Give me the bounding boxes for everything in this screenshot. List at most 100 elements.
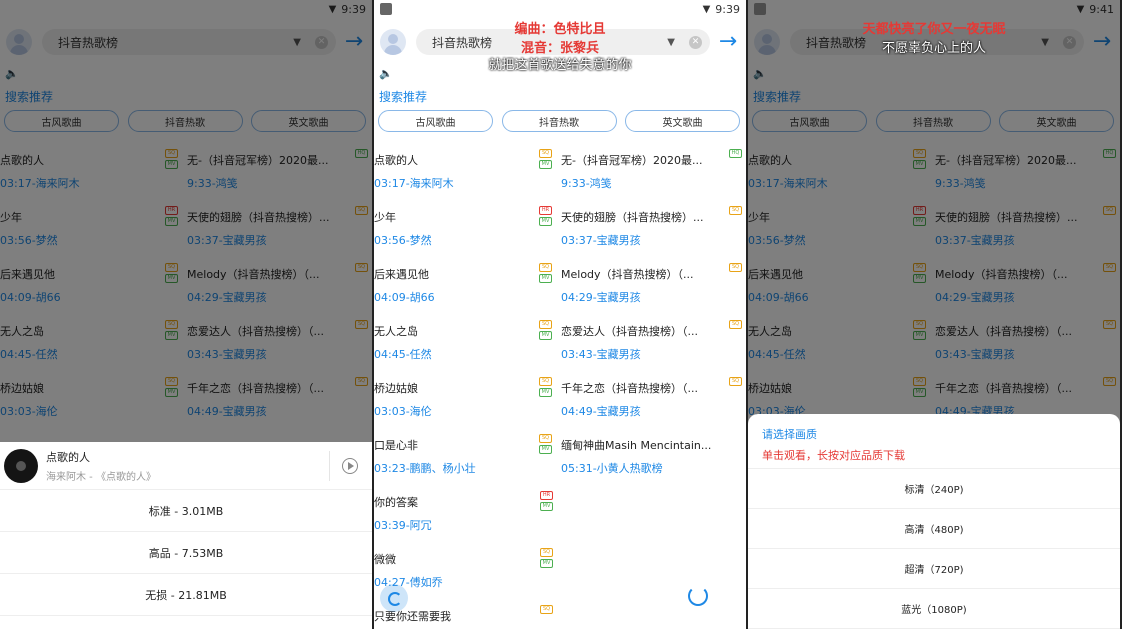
list-item[interactable]: 桥边姑娘 03:03-海伦 [374, 372, 534, 429]
list-item[interactable]: 无人之岛 04:45-任然 [0, 315, 160, 372]
song-title: 少年 [374, 211, 396, 224]
song-title: Melody（抖音热搜榜）（... [935, 268, 1068, 281]
chip-gufeng[interactable]: 古风歌曲 [752, 110, 867, 132]
hr-badge: HR [165, 206, 178, 215]
sq-badge: SQ [1103, 263, 1116, 272]
song-title: 少年 [0, 211, 22, 224]
mv-badge: MV [540, 502, 553, 511]
list-item[interactable]: HR MV 天使的翅膀（抖音热搜榜）... 03:37-宝藏男孩 SQ [913, 201, 1118, 258]
list-item[interactable]: 少年 03:56-梦然 [0, 201, 160, 258]
divider [329, 450, 330, 481]
video-quality-480p[interactable]: 高清（480P) [748, 509, 1120, 549]
song-title: 千年之恋（抖音热搜榜）（... [187, 382, 324, 395]
table-row: 点歌的人 03:17-海来阿木 SQ MV 无-（抖音冠军榜）2020最... 9:33-… [374, 144, 746, 201]
chip-douyin[interactable]: 抖音热歌 [127, 110, 243, 132]
list-item[interactable]: 少年 03:56-梦然 [374, 201, 534, 258]
chevron-down-icon[interactable]: ▼ [293, 37, 301, 48]
video-quality-240p[interactable]: 标清（240P) [748, 469, 1120, 509]
song-title: 无-（抖音冠军榜）2020最... [935, 154, 1077, 167]
clear-icon[interactable]: ✕ [315, 35, 328, 49]
list-item[interactable]: 口是心非 03:23-鹏鹏、杨小壮 [374, 429, 534, 486]
list-item[interactable]: 点歌的人 03:17-海来阿木 [748, 144, 908, 201]
list-item[interactable]: 少年 03:56-梦然 [748, 201, 908, 258]
table-row: 你的答案 03:39-阿冗 HR MV [374, 486, 746, 543]
hq-badge: HQ [729, 149, 742, 158]
list-item[interactable]: 桥边姑娘 03:03-海伦 [0, 372, 160, 429]
table-row: 点歌的人 03:17-海来阿木 SQ MV 无-（抖音冠军榜）2020最... 9:33-… [0, 144, 372, 201]
list-item[interactable]: 点歌的人 03:17-海来阿木 [374, 144, 534, 201]
song-meta: 03:43-宝藏男孩 [561, 348, 641, 361]
sheet-song-sub: 海来阿木 - 《点歌的人》 [46, 471, 156, 483]
list-item[interactable]: HR MV 天使的翅膀（抖音热搜榜）... 03:37-宝藏男孩 SQ [165, 201, 370, 258]
video-quality-720p[interactable]: 超清（720P) [748, 549, 1120, 589]
refresh-icon[interactable] [380, 584, 408, 612]
list-item[interactable]: SQ MV Melody（抖音热搜榜）（... 04:29-宝藏男孩 SQ [913, 258, 1118, 315]
lyric-credit-arranger: 编曲：色特比且 [514, 22, 606, 37]
status-time: 9:41 [1089, 2, 1114, 16]
song-meta: 9:33-鸿笺 [561, 177, 612, 190]
lyric-line-next: 不愿辜负心上的人 [881, 41, 986, 56]
list-item[interactable]: SQ MV 缅甸神曲Masih Mencintain... 05:31-小黄人热歌榜 [539, 429, 744, 486]
list-item[interactable]: SQ MV 恋爱达人（抖音热搜榜）（... 03:43-宝藏男孩 SQ [539, 315, 744, 372]
album-cover [4, 448, 38, 483]
list-item[interactable]: 点歌的人 03:17-海来阿木 [0, 144, 160, 201]
song-grid: 点歌的人 03:17-海来阿木 SQ MV 无-（抖音冠军榜）2020最... 9:33-… [374, 144, 746, 629]
play-icon[interactable] [342, 457, 358, 474]
sheet-hint: 单击观看，长按对应品质下载 [762, 449, 905, 462]
video-quality-1080p[interactable]: 蓝光（1080P) [748, 589, 1120, 629]
table-row: 无人之岛 04:45-任然 SQ MV 恋爱达人（抖音热搜榜）（... 03:43-宝藏男… [748, 315, 1120, 372]
quality-option-lossless[interactable]: 无损 - 21.81MB [0, 574, 372, 616]
list-item[interactable]: SQ MV 恋爱达人（抖音热搜榜）（... 03:43-宝藏男孩 SQ [913, 315, 1118, 372]
list-item[interactable]: 无人之岛 04:45-任然 [374, 315, 534, 372]
quality-option-standard[interactable]: 标准 - 3.01MB [0, 490, 372, 532]
list-item[interactable]: 无人之岛 04:45-任然 [748, 315, 908, 372]
song-title: 后来遇见他 [748, 268, 803, 281]
arrow-right-icon[interactable]: → [342, 30, 366, 54]
search-input[interactable]: 抖音热歌榜 ▼ ✕ [42, 29, 336, 55]
mv-badge: MV [913, 160, 926, 169]
list-item[interactable]: SQ MV 千年之恋（抖音热搜榜）（... 04:49-宝藏男孩 SQ [165, 372, 370, 429]
avatar[interactable] [6, 29, 32, 55]
list-item[interactable]: SQ MV 无-（抖音冠军榜）2020最... 9:33-鸿笺 HQ [165, 144, 370, 201]
notification-icon [754, 3, 766, 15]
list-item[interactable]: 你的答案 03:39-阿冗 [374, 486, 534, 543]
list-item[interactable]: SQ MV Melody（抖音热搜榜）（... 04:29-宝藏男孩 SQ [165, 258, 370, 315]
song-title: 恋爱达人（抖音热搜榜）（... [187, 325, 324, 338]
chip-douyin[interactable]: 抖音热歌 [501, 110, 617, 132]
sq-badge: SQ [729, 263, 742, 272]
panel-1: ▼ 9:39 抖音热歌榜 ▼ ✕ → 🔈 搜索推荐 古风歌曲 抖音热歌 英文歌曲… [0, 0, 372, 629]
list-item[interactable]: HR MV 天使的翅膀（抖音热搜榜）... 03:37-宝藏男孩 SQ [539, 201, 744, 258]
song-meta: 03:03-海伦 [374, 405, 432, 418]
list-item[interactable]: SQ MV 无-（抖音冠军榜）2020最... 9:33-鸿笺 HQ [539, 144, 744, 201]
list-item[interactable]: 后来遇见他 04:09-胡66 [748, 258, 908, 315]
speaker-icon[interactable]: 🔈 [5, 67, 19, 80]
chip-gufeng[interactable]: 古风歌曲 [378, 110, 493, 132]
list-item[interactable]: 后来遇见他 04:09-胡66 [0, 258, 160, 315]
chip-douyin[interactable]: 抖音热歌 [875, 110, 991, 132]
list-item[interactable]: 后来遇见他 04:09-胡66 [374, 258, 534, 315]
chip-english[interactable]: 英文歌曲 [999, 110, 1114, 132]
song-title: Melody（抖音热搜榜）（... [187, 268, 320, 281]
chip-gufeng[interactable]: 古风歌曲 [4, 110, 119, 132]
quality-option-high[interactable]: 高品 - 7.53MB [0, 532, 372, 574]
sync-icon[interactable] [684, 582, 712, 610]
song-title: 无人之岛 [748, 325, 792, 338]
wifi-icon: ▼ [328, 3, 337, 15]
list-item[interactable]: SQ MV 恋爱达人（抖音热搜榜）（... 03:43-宝藏男孩 SQ [165, 315, 370, 372]
list-item[interactable]: SQ MV 无-（抖音冠军榜）2020最... 9:33-鸿笺 HQ [913, 144, 1118, 201]
table-row: 桥边姑娘 03:03-海伦 SQ MV 千年之恋（抖音热搜榜）（... 04:49-宝藏男… [374, 372, 746, 429]
song-title: 无人之岛 [0, 325, 44, 338]
mv-badge: MV [539, 217, 552, 226]
song-meta: 03:37-宝藏男孩 [935, 234, 1015, 247]
chips: 古风歌曲 抖音热歌 英文歌曲 [752, 110, 1114, 132]
song-title: 缅甸神曲Masih Mencintain... [561, 439, 712, 452]
chips: 古风歌曲 抖音热歌 英文歌曲 [4, 110, 366, 132]
list-item[interactable]: SQ MV 千年之恋（抖音热搜榜）（... 04:49-宝藏男孩 SQ [539, 372, 744, 429]
song-title: 点歌的人 [0, 154, 44, 167]
list-item[interactable]: SQ MV Melody（抖音热搜榜）（... 04:29-宝藏男孩 SQ [539, 258, 744, 315]
song-meta: 03:17-海来阿木 [748, 177, 828, 190]
chip-english[interactable]: 英文歌曲 [625, 110, 740, 132]
status-bar: ▼ 9:39 [0, 0, 372, 18]
chip-english[interactable]: 英文歌曲 [251, 110, 366, 132]
speaker-icon[interactable]: 🔈 [753, 67, 767, 80]
